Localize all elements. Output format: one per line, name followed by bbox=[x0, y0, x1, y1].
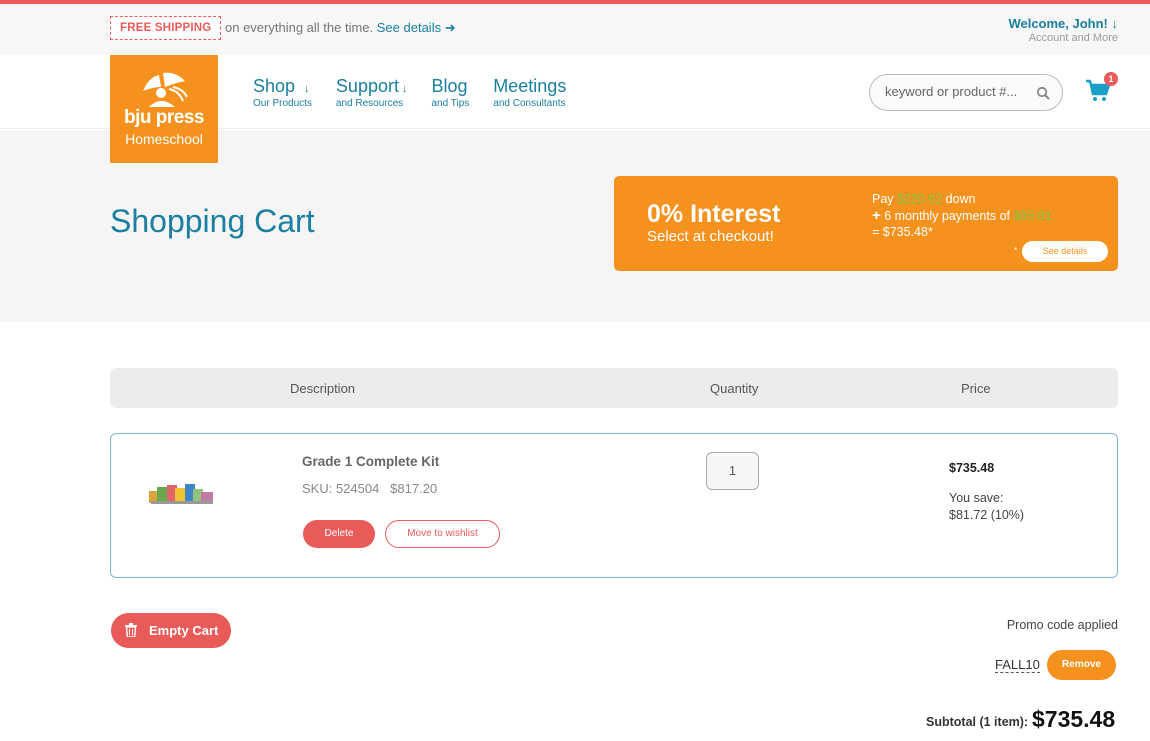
header-description: Description bbox=[290, 381, 356, 396]
page-title: Shopping Cart bbox=[110, 203, 315, 239]
cart-count-badge: 1 bbox=[1104, 72, 1118, 86]
account-and-more-label[interactable]: Account and More bbox=[1008, 32, 1118, 44]
item-price: $735.48 bbox=[949, 461, 995, 475]
financing-promo-banner: 0% Interest Select at checkout! Pay $220… bbox=[614, 176, 1118, 271]
header-quantity: Quantity bbox=[710, 381, 759, 396]
logo-wordmark: bju press bbox=[124, 107, 204, 128]
nav-item-support[interactable]: Support ↓ and Resources bbox=[336, 76, 408, 109]
site-header: bju press Homeschool Shop ↓ Our Products … bbox=[0, 55, 1150, 163]
total-line: = $735.48* bbox=[872, 225, 933, 239]
logo-subtitle: Homeschool bbox=[125, 131, 203, 147]
cart-item-row: Grade 1 Complete Kit SKU: 524504 $817.20… bbox=[110, 433, 1118, 578]
quantity-input[interactable]: 1 bbox=[706, 452, 759, 490]
shipping-see-details-link[interactable]: See details ➜ bbox=[377, 20, 456, 35]
empty-cart-button[interactable]: Empty Cart bbox=[111, 613, 231, 648]
you-save-block: You save: $81.72 (10%) bbox=[949, 490, 1024, 523]
monthly-amount: $85.81 bbox=[1013, 208, 1052, 223]
move-to-wishlist-button[interactable]: Move to wishlist bbox=[385, 520, 500, 548]
promo-applied-label: Promo code applied bbox=[1006, 618, 1118, 632]
nav-support-label: Support bbox=[335, 76, 399, 96]
shipping-message: on everything all the time. See details … bbox=[225, 20, 456, 36]
nav-meetings-sub: and Consultants bbox=[493, 98, 566, 109]
search-input[interactable] bbox=[885, 84, 1030, 99]
asterisk-note: * bbox=[1014, 246, 1018, 255]
nav-blog-sub: and Tips bbox=[431, 98, 470, 109]
logo-emblem-icon bbox=[143, 72, 188, 107]
chevron-down-icon: ↓ bbox=[304, 83, 310, 95]
search-icon[interactable] bbox=[1036, 86, 1050, 100]
nav-item-meetings[interactable]: Meetings and Consultants bbox=[493, 76, 566, 109]
product-name[interactable]: Grade 1 Complete Kit bbox=[302, 454, 439, 469]
bju-press-logo[interactable]: bju press Homeschool bbox=[110, 55, 218, 163]
you-save-value: $81.72 (10%) bbox=[949, 507, 1025, 522]
subtotal-value: $735.48 bbox=[1032, 706, 1116, 732]
nav-shop-sub: Our Products bbox=[253, 98, 312, 109]
remove-promo-button[interactable]: Remove bbox=[1047, 650, 1116, 680]
payment-breakdown: Pay $220.62 down + 6 monthly payments of… bbox=[872, 191, 1052, 241]
shipping-text: on everything all the time. bbox=[225, 20, 374, 35]
welcome-greeting[interactable]: Welcome, John! ↓ bbox=[1008, 16, 1118, 31]
you-save-label: You save: bbox=[949, 491, 1004, 505]
pay-prefix: Pay bbox=[872, 192, 898, 206]
delete-button[interactable]: Delete bbox=[303, 520, 375, 548]
promo-code-value: FALL10 bbox=[995, 657, 1040, 673]
utility-bar: FREE SHIPPING on everything all the time… bbox=[0, 4, 1150, 55]
header-price: Price bbox=[961, 381, 991, 396]
promo-headline: 0% Interest bbox=[647, 200, 781, 228]
plus-sign: + bbox=[872, 206, 881, 224]
nav-item-shop[interactable]: Shop ↓ Our Products bbox=[253, 76, 312, 109]
cart-button[interactable]: 1 bbox=[1085, 72, 1121, 105]
subtotal-label: Subtotal (1 item): bbox=[926, 715, 1029, 729]
promo-subhead: Select at checkout! bbox=[647, 228, 774, 245]
nav-shop-label: Shop bbox=[253, 76, 296, 96]
empty-cart-label: Empty Cart bbox=[149, 623, 219, 638]
down-amount: $220.62 bbox=[897, 192, 943, 206]
nav-meetings-label: Meetings bbox=[493, 76, 567, 96]
product-thumbnail[interactable] bbox=[147, 479, 217, 507]
free-shipping-badge: FREE SHIPPING bbox=[110, 16, 222, 40]
nav-item-blog[interactable]: Blog and Tips bbox=[431, 76, 469, 109]
nav-support-sub: and Resources bbox=[335, 98, 404, 109]
nav-blog-label: Blog bbox=[431, 76, 468, 96]
chevron-down-icon: ↓ bbox=[401, 83, 408, 95]
cart-table-header: Description Quantity Price bbox=[110, 368, 1118, 408]
down-suffix: down bbox=[942, 192, 976, 206]
trash-icon bbox=[125, 623, 137, 637]
search-box bbox=[869, 74, 1063, 111]
account-menu[interactable]: Welcome, John! ↓ Account and More bbox=[1008, 16, 1118, 44]
product-sku-price: SKU: 524504 $817.20 bbox=[302, 481, 438, 496]
promo-see-details-button[interactable]: See details bbox=[1022, 241, 1108, 262]
main-nav: Shop ↓ Our Products Support ↓ and Resource… bbox=[253, 76, 590, 109]
monthly-text: 6 monthly payments of bbox=[880, 208, 1014, 223]
